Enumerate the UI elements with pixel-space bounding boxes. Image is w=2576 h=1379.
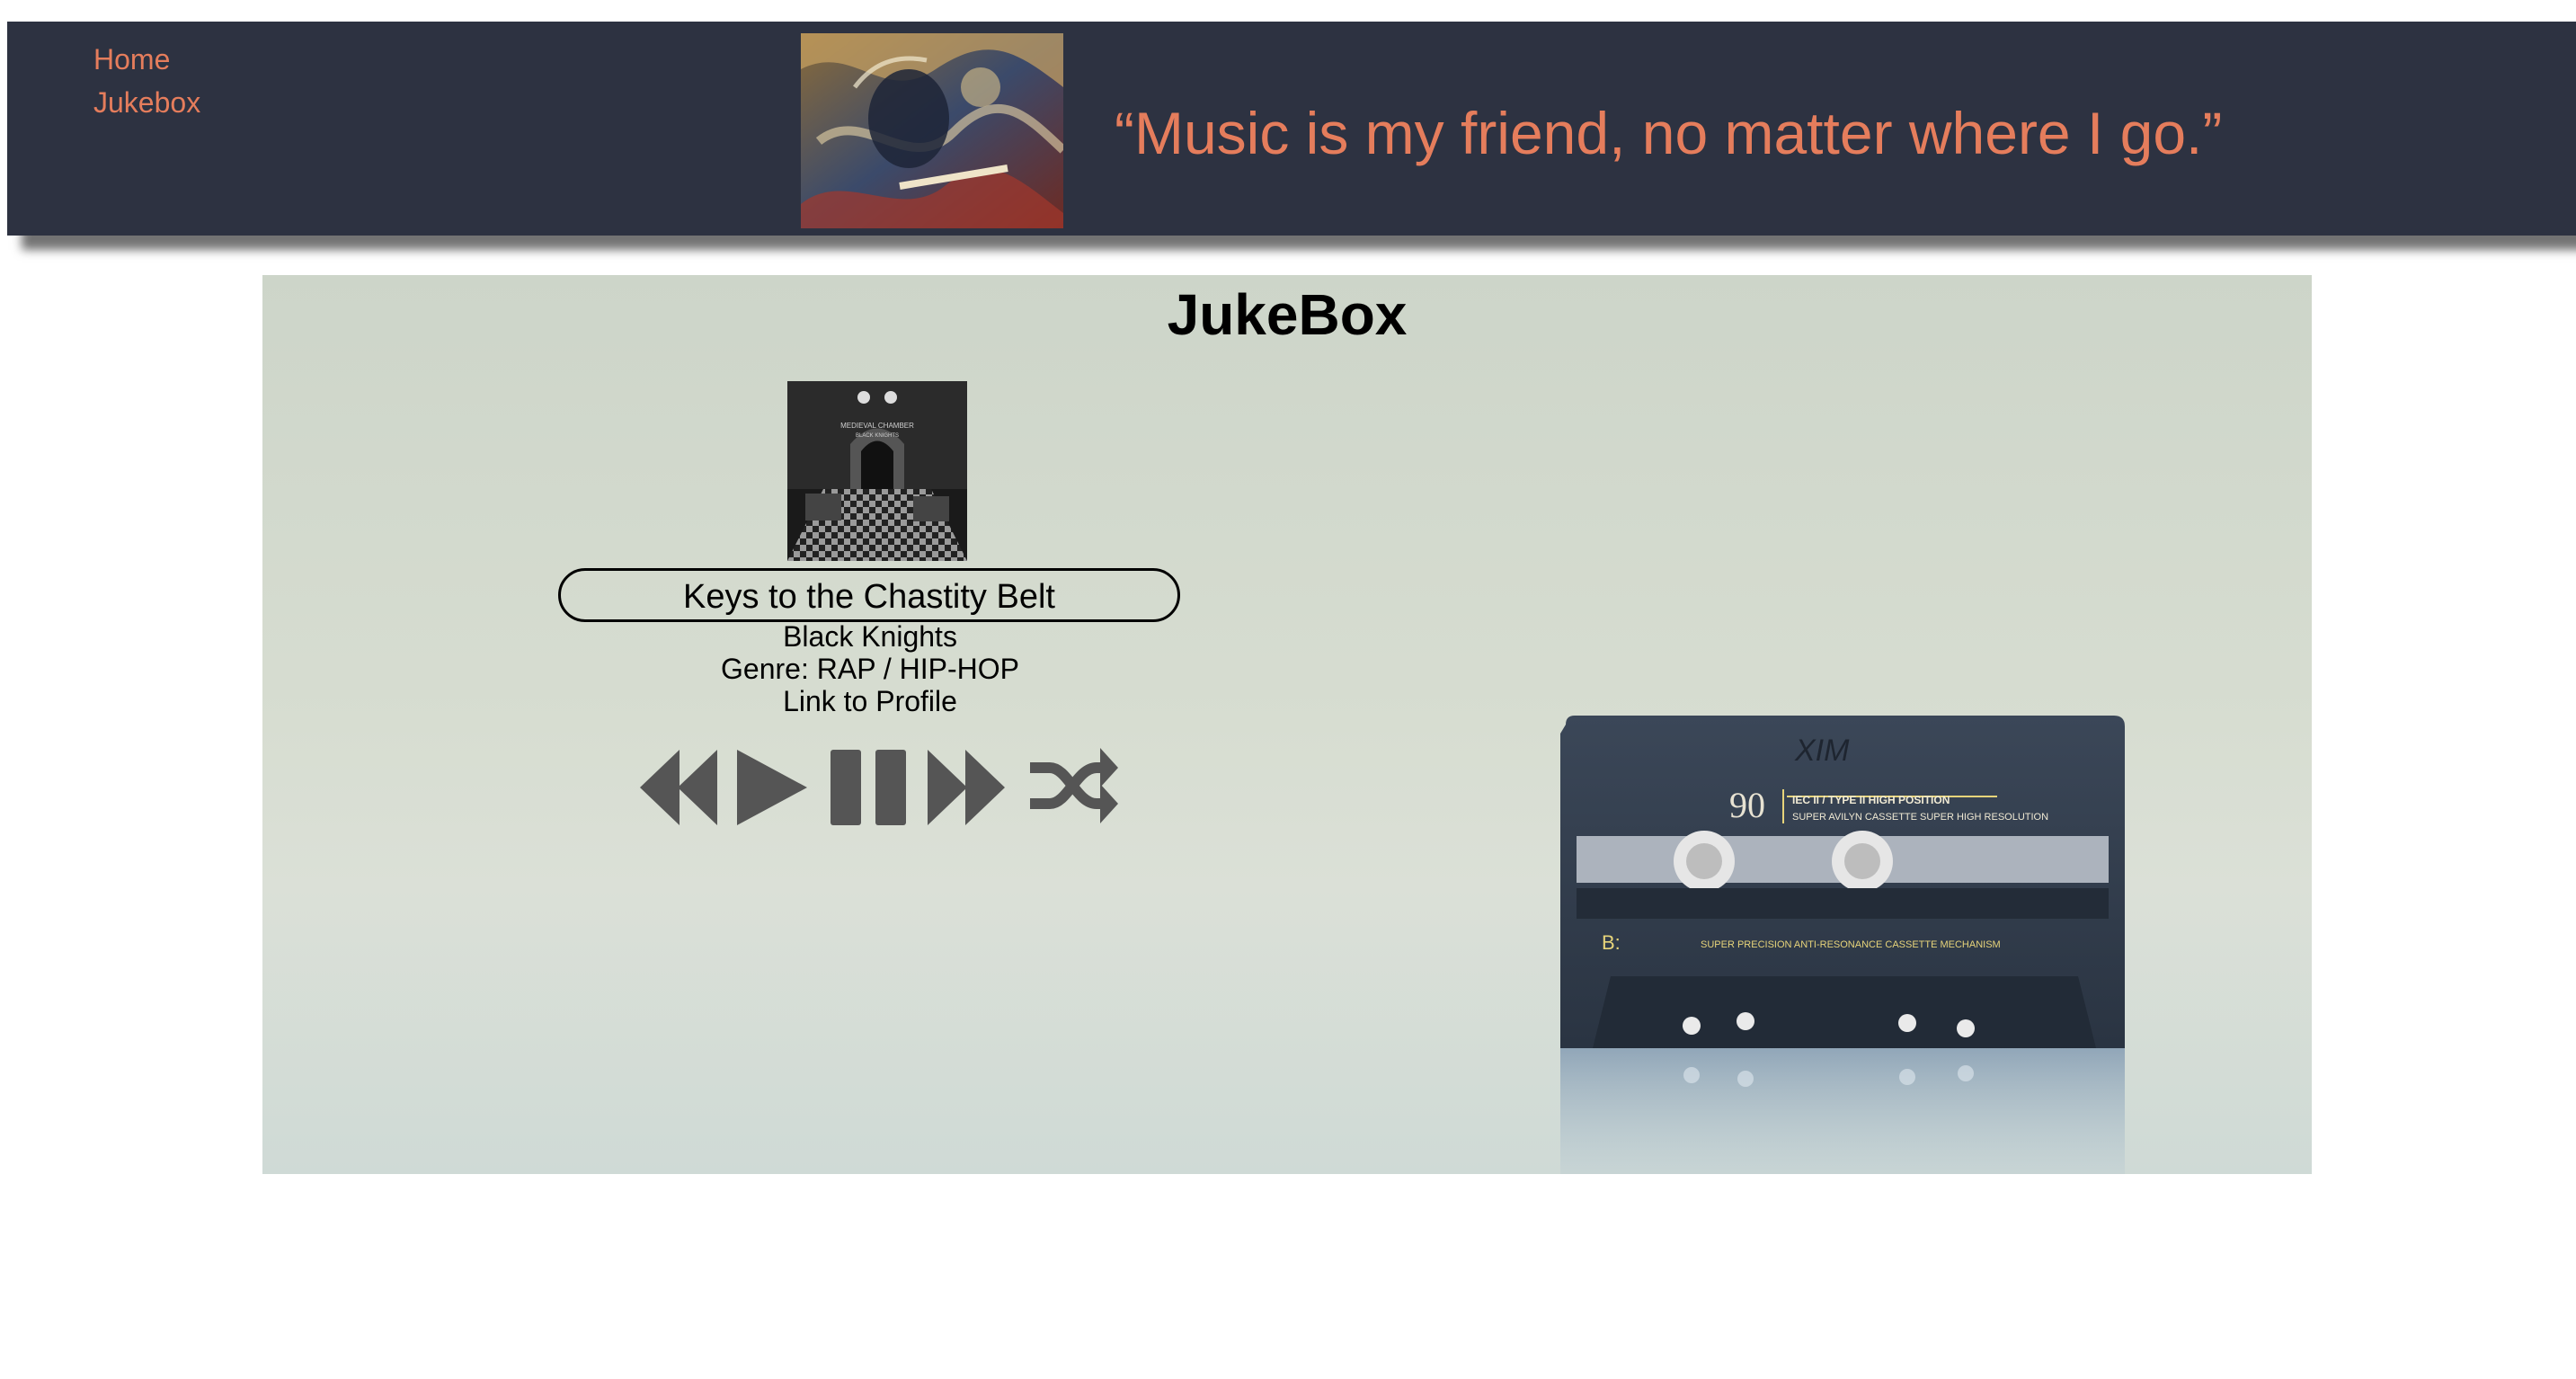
main-nav: Home Jukebox [93,41,200,120]
header-quote: “Music is my friend, no matter where I g… [1115,100,2223,166]
profile-link[interactable]: Link to Profile [690,685,1050,717]
song-title: Keys to the Chastity Belt [558,568,1180,622]
album-art-text-2: BLACK KNIGHTS [856,433,899,439]
cassette-mechanism-label: SUPER PRECISION ANTI-RESONANCE CASSETTE … [1701,939,2001,950]
album-art-text-1: MEDIEVAL CHAMBER [840,422,914,430]
cassette-label-line-2: SUPER AVILYN CASSETTE SUPER HIGH RESOLUT… [1792,812,2048,823]
play-icon[interactable] [737,748,807,827]
genre-label: Genre: RAP / HIP-HOP [721,653,1019,685]
pause-icon[interactable] [831,748,906,827]
fast-forward-icon[interactable] [928,748,1005,827]
cassette-side-label: B: [1602,931,1621,954]
nav-link-home[interactable]: Home [93,41,200,77]
header-artwork-image [801,33,1063,228]
cassette-handwriting: XIM [1794,734,1850,768]
nav-link-jukebox[interactable]: Jukebox [93,85,200,120]
artist-name: Black Knights [783,620,957,653]
jukebox-panel: JukeBox MEDIEVAL CHAMBER BLACK KNIGHTS K [262,275,2312,1174]
cassette-number: 90 [1729,785,1765,825]
jukebox-title: JukeBox [1167,282,1408,347]
cassette-tape-image: XIM 90 IEC II / TYPE II HIGH POSITION SU… [1560,716,2125,1174]
rewind-icon[interactable] [640,748,717,827]
shuffle-icon[interactable] [1028,744,1118,827]
cassette-label-line-1: IEC II / TYPE II HIGH POSITION [1792,794,1950,806]
album-cover-image: MEDIEVAL CHAMBER BLACK KNIGHTS [787,381,967,561]
site-header: Home Jukebox “Music is my friend, no mat… [7,22,2576,236]
